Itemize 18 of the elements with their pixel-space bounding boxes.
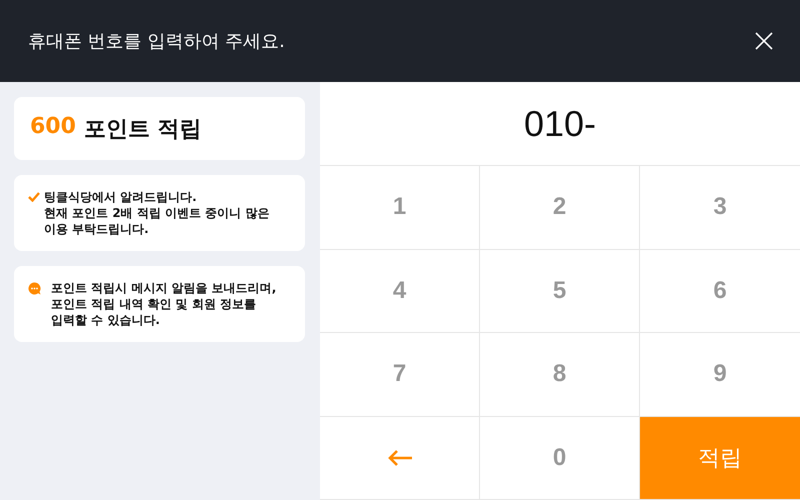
digit-key[interactable]: 4 xyxy=(320,250,480,333)
notice-text: 포인트 적립시 메시지 알림을 보내드리며, 포인트 적립 내역 확인 및 회원 정보를 입력할 수 있습니다. xyxy=(51,280,276,328)
digit-key[interactable]: 7 xyxy=(320,333,480,416)
chat-bubble-icon xyxy=(28,282,41,295)
digit-key[interactable]: 2 xyxy=(480,166,640,250)
digit-key[interactable]: 0 xyxy=(480,416,640,500)
digit-key[interactable]: 1 xyxy=(320,166,480,250)
digit-key[interactable]: 5 xyxy=(480,250,640,333)
points-label: 포인트 적립 xyxy=(84,116,202,144)
close-button[interactable] xyxy=(754,31,774,51)
notice-text: 팅클식당에서 알려드립니다. 현재 포인트 2배 적립 이벤트 중이니 많은 이용 부탁드립니다. xyxy=(44,189,270,237)
digit-key[interactable]: 8 xyxy=(480,333,640,416)
points-amount: 600 xyxy=(30,114,76,140)
check-icon xyxy=(28,192,40,202)
save-points-button[interactable]: 적립 xyxy=(640,416,800,500)
header-title: 휴대폰 번호를 입력하여 주세요. xyxy=(28,30,285,53)
left-arrow-icon xyxy=(386,448,412,467)
phone-number: 010- xyxy=(524,102,596,144)
